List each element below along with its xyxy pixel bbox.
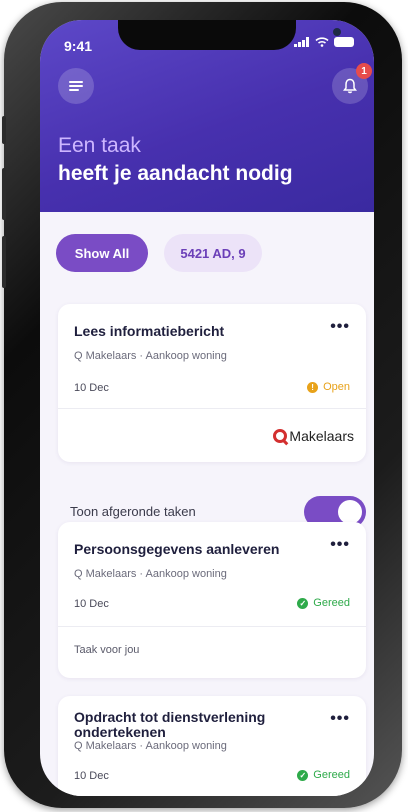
notch <box>118 20 341 50</box>
status-time: 9:41 <box>64 38 93 54</box>
more-dots-icon: ••• <box>330 710 350 727</box>
filter-chip-address[interactable]: 5421 AD, 9 <box>164 234 262 272</box>
camera <box>333 28 341 36</box>
toggle-label: Toon afgeronde taken <box>70 504 196 519</box>
phone-side-button <box>2 168 6 220</box>
phone-side-button <box>2 116 6 144</box>
task-date: 10 Dec <box>74 598 109 610</box>
more-options-button[interactable]: ••• <box>330 318 350 336</box>
task-footer: Taak voor jou <box>74 644 140 656</box>
signal-icon <box>294 37 309 47</box>
task-card[interactable]: Lees informatiebericht ••• Q Makelaars ·… <box>58 304 366 462</box>
task-subtitle: Q Makelaars · Aankoop woning <box>74 350 227 362</box>
task-title: Opdracht tot dienstverlening ondertekene… <box>74 709 266 740</box>
status-badge: ✓ Gereed <box>297 597 350 609</box>
status-label: Gereed <box>313 597 350 609</box>
task-date: 10 Dec <box>74 382 109 394</box>
task-title: Persoonsgegevens aanleveren <box>74 541 280 557</box>
filter-chip-show-all[interactable]: Show All <box>56 234 148 272</box>
page-title: heeft je aandacht nodig <box>58 162 293 185</box>
task-card[interactable]: Opdracht tot dienstverlening ondertekene… <box>58 696 366 796</box>
status-label: Gereed <box>313 769 350 781</box>
q-logo-icon <box>273 429 288 443</box>
task-subtitle: Q Makelaars · Aankoop woning <box>74 740 227 752</box>
phone-side-button <box>2 236 6 288</box>
header-subtitle: Een taak <box>58 134 141 157</box>
app-screen: 9:41 1 Een taak heeft je aandacht nodig … <box>40 20 374 796</box>
divider <box>58 408 366 409</box>
status-icons <box>294 37 354 47</box>
divider <box>58 626 366 627</box>
task-title: Lees informatiebericht <box>74 323 225 339</box>
task-card[interactable]: Persoonsgegevens aanleveren ••• Q Makela… <box>58 522 366 678</box>
makelaars-logo: Makelaars <box>273 428 354 444</box>
task-date: 10 Dec <box>74 770 109 782</box>
clock-icon: ! <box>307 381 319 393</box>
check-icon: ✓ <box>297 769 309 781</box>
status-badge: ✓ Gereed <box>297 769 350 781</box>
more-dots-icon: ••• <box>330 318 350 335</box>
more-options-button[interactable]: ••• <box>330 536 350 554</box>
more-options-button[interactable]: ••• <box>330 710 350 728</box>
notifications-button[interactable]: 1 <box>332 63 372 104</box>
menu-button[interactable] <box>58 68 94 104</box>
more-dots-icon: ••• <box>330 536 350 553</box>
wifi-icon <box>315 37 329 47</box>
hamburger-icon <box>69 81 83 91</box>
status-label: Open <box>323 381 350 393</box>
status-badge: ! Open <box>307 381 350 393</box>
notification-badge: 1 <box>356 63 372 79</box>
toggle-knob <box>338 500 362 524</box>
check-icon: ✓ <box>297 597 309 609</box>
bell-icon <box>343 78 357 94</box>
logo-text: Makelaars <box>289 428 354 444</box>
header: 9:41 1 Een taak heeft je aandacht nodig <box>40 20 374 212</box>
task-subtitle: Q Makelaars · Aankoop woning <box>74 568 227 580</box>
battery-icon <box>334 37 354 47</box>
